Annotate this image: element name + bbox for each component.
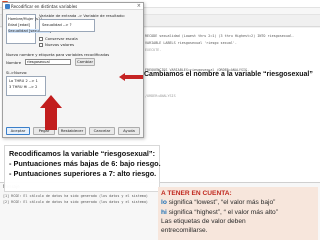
cancel-button[interactable]: Cancelar xyxy=(89,127,115,135)
note-hi-line: hi significa “highest”, “ el valor más a… xyxy=(161,208,315,217)
note-lo-line: lo significa “lowest”, “el valor más baj… xyxy=(161,198,315,207)
syntax-line: RECODE sexualidad (Lowest thru 2=1) (3 t… xyxy=(145,34,295,38)
new-values-checkbox[interactable] xyxy=(39,43,43,47)
recode-icon xyxy=(5,4,10,9)
variable-mapping-box[interactable]: Sexualidad --> ? xyxy=(39,19,95,32)
ok-button[interactable]: Aceptar xyxy=(6,127,30,135)
syntax-line: /ORDER=ANALYSIS xyxy=(145,94,176,98)
explanation-line: - Puntuaciones superiores a 7: alto ries… xyxy=(9,169,157,178)
rule-item[interactable]: 3 THRU Hi --> 2 xyxy=(9,85,37,89)
help-button[interactable]: Ayuda xyxy=(118,127,140,135)
note-heading: A TENER EN CUENTA: xyxy=(161,190,232,197)
conserve-scale-label: Conservar escala xyxy=(45,36,78,41)
note-line: entrecomillarse. xyxy=(161,227,208,235)
conserve-scale-checkbox[interactable] xyxy=(39,37,43,41)
dialog-title: Recodificar en distintas variables xyxy=(11,4,78,9)
variable-list[interactable]: Hombre/Mujer [s1] Edad [edad] Sexualidad… xyxy=(6,14,52,44)
mapping-text: Sexualidad --> ? xyxy=(42,23,72,27)
dialog-title-bar: Recodificar en distintas variables × xyxy=(3,3,143,10)
rule-item[interactable]: Lo THRU 2 --> 1 xyxy=(9,79,38,83)
close-icon[interactable]: × xyxy=(137,3,141,10)
recode-dialog: Recodificar en distintas variables × Hom… xyxy=(2,2,144,138)
output-line: [2] RCGE: El cálculo de datos ha sido ge… xyxy=(3,200,148,204)
list-item[interactable]: Hombre/Mujer [s1] xyxy=(8,17,42,21)
name-input-label: Nombre xyxy=(6,60,22,65)
syntax-line: EXECUTE. xyxy=(145,48,162,52)
up-arrow-icon xyxy=(40,95,62,108)
mapping-rules-list[interactable]: Lo THRU 2 --> 1 3 THRU Hi --> 2 xyxy=(6,76,46,96)
explanation-line: Recodificamos la variable “riesgosexual”… xyxy=(9,149,155,158)
callout-rename: Cambiamos el nombre a la variable “riesg… xyxy=(144,71,313,78)
recode-explanation-box: Recodificamos la variable “riesgosexual”… xyxy=(4,145,161,192)
app-window: Archivo Editar Ver Datos Transformar Ins… xyxy=(0,0,320,240)
list-item[interactable]: Edad [edad] xyxy=(8,23,30,27)
name-input[interactable]: riesgosexual xyxy=(25,59,71,65)
rename-section-label: Nuevo nombre y etiqueta para variables r… xyxy=(6,52,110,57)
syntax-line: VARIABLE LABELS riesgosexual 'riesgo sex… xyxy=(145,41,237,45)
callout-arrow-shaft xyxy=(125,75,143,79)
note-lo-text: significa “lowest”, “el valor más bajo” xyxy=(166,199,276,207)
note-box: A TENER EN CUENTA: lo significa “lowest”… xyxy=(158,187,318,240)
new-values-label: Nuevos valores xyxy=(45,42,75,47)
reset-button[interactable]: Restablecer xyxy=(58,127,86,135)
old-new-label: Si->Nuevo: xyxy=(6,70,28,75)
note-hi-text: significa “highest”, “ el valor más alto… xyxy=(166,208,278,216)
explanation-line: - Puntuaciones más bajas de 6: bajo ries… xyxy=(9,159,161,168)
note-line: Las etiquetas de valor deben xyxy=(161,217,246,225)
output-line: [1] RCGE: El cálculo de datos ha sido ge… xyxy=(3,194,148,198)
up-arrow-shaft xyxy=(45,108,57,130)
variable-mapping-label: Variable de entrada -> Variable de resul… xyxy=(39,13,125,18)
change-button[interactable]: Cambiar xyxy=(75,58,95,66)
